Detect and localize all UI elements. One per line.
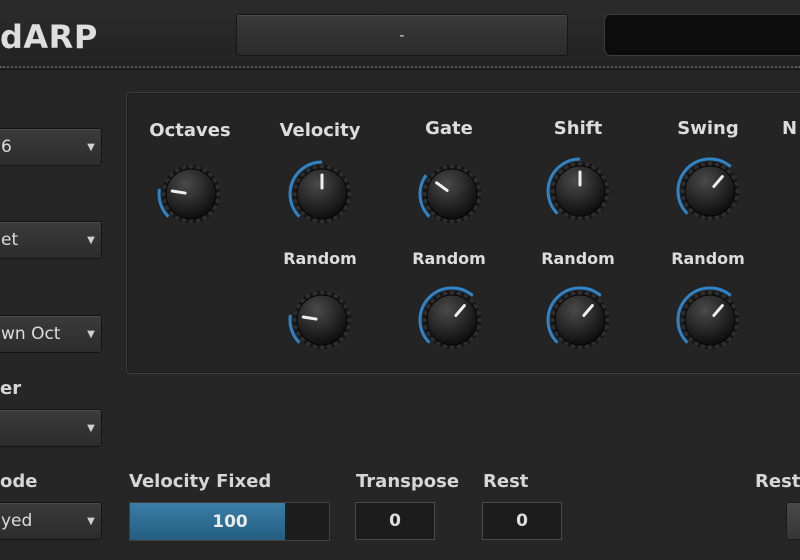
swing-label: Swing bbox=[677, 118, 739, 139]
combo-2[interactable]: et ▼ bbox=[0, 221, 102, 259]
gate-random-label: Random bbox=[412, 249, 486, 268]
knob-pointer bbox=[301, 315, 318, 321]
velocity-knob[interactable] bbox=[286, 158, 358, 230]
swing-random-knob[interactable] bbox=[674, 284, 746, 356]
transpose-field[interactable]: 0 bbox=[355, 502, 435, 540]
swing-random-label: Random bbox=[671, 249, 745, 268]
octaves-knob[interactable] bbox=[155, 158, 227, 230]
chevron-down-icon: ▼ bbox=[87, 328, 95, 340]
velocity-fixed-label: Velocity Fixed bbox=[129, 471, 272, 492]
restart-label: Resta bbox=[755, 471, 800, 492]
shift-random-label: Random bbox=[541, 249, 615, 268]
combo-5-value: yed bbox=[1, 511, 33, 531]
preset-selector[interactable]: - bbox=[236, 14, 568, 56]
rest-label: Rest bbox=[483, 471, 529, 492]
combo-1[interactable]: 6 ▼ bbox=[0, 128, 102, 166]
rest-field[interactable]: 0 bbox=[482, 502, 562, 540]
restart-button[interactable] bbox=[786, 502, 800, 540]
combo-4[interactable]: ▼ bbox=[0, 409, 102, 447]
shift-knob[interactable] bbox=[544, 155, 616, 227]
combo-1-value: 6 bbox=[1, 137, 12, 157]
chevron-down-icon: ▼ bbox=[87, 515, 95, 527]
velocity-label: Velocity bbox=[279, 120, 361, 141]
combo-3-value: wn Oct bbox=[1, 324, 61, 344]
combo-5-label: ode bbox=[0, 471, 38, 492]
velocity-random-label: Random bbox=[283, 249, 357, 268]
header-divider bbox=[0, 66, 800, 70]
chevron-down-icon: ▼ bbox=[87, 422, 95, 434]
octaves-label: Octaves bbox=[149, 120, 231, 141]
velocity-fixed-slider[interactable]: 100 bbox=[129, 502, 330, 541]
display-screen bbox=[604, 14, 800, 56]
chevron-down-icon: ▼ bbox=[87, 141, 95, 153]
combo-3[interactable]: wn Oct ▼ bbox=[0, 315, 102, 353]
preset-name: - bbox=[399, 26, 405, 44]
velocity-random-knob[interactable] bbox=[286, 284, 358, 356]
gate-random-knob[interactable] bbox=[416, 284, 488, 356]
knob-6-label: N bbox=[782, 118, 798, 139]
combo-2-value: et bbox=[1, 230, 19, 250]
gate-label: Gate bbox=[425, 118, 473, 139]
combo-4-label: er bbox=[0, 378, 22, 399]
gate-knob[interactable] bbox=[416, 158, 488, 230]
velocity-fixed-value: 100 bbox=[212, 511, 248, 532]
transpose-label: Transpose bbox=[356, 471, 460, 492]
knob-pointer bbox=[170, 189, 187, 195]
swing-knob[interactable] bbox=[674, 155, 746, 227]
shift-label: Shift bbox=[553, 118, 603, 139]
chevron-down-icon: ▼ bbox=[87, 234, 95, 246]
app-title: dARP bbox=[0, 18, 98, 56]
combo-5[interactable]: yed ▼ bbox=[0, 502, 102, 540]
shift-random-knob[interactable] bbox=[544, 284, 616, 356]
